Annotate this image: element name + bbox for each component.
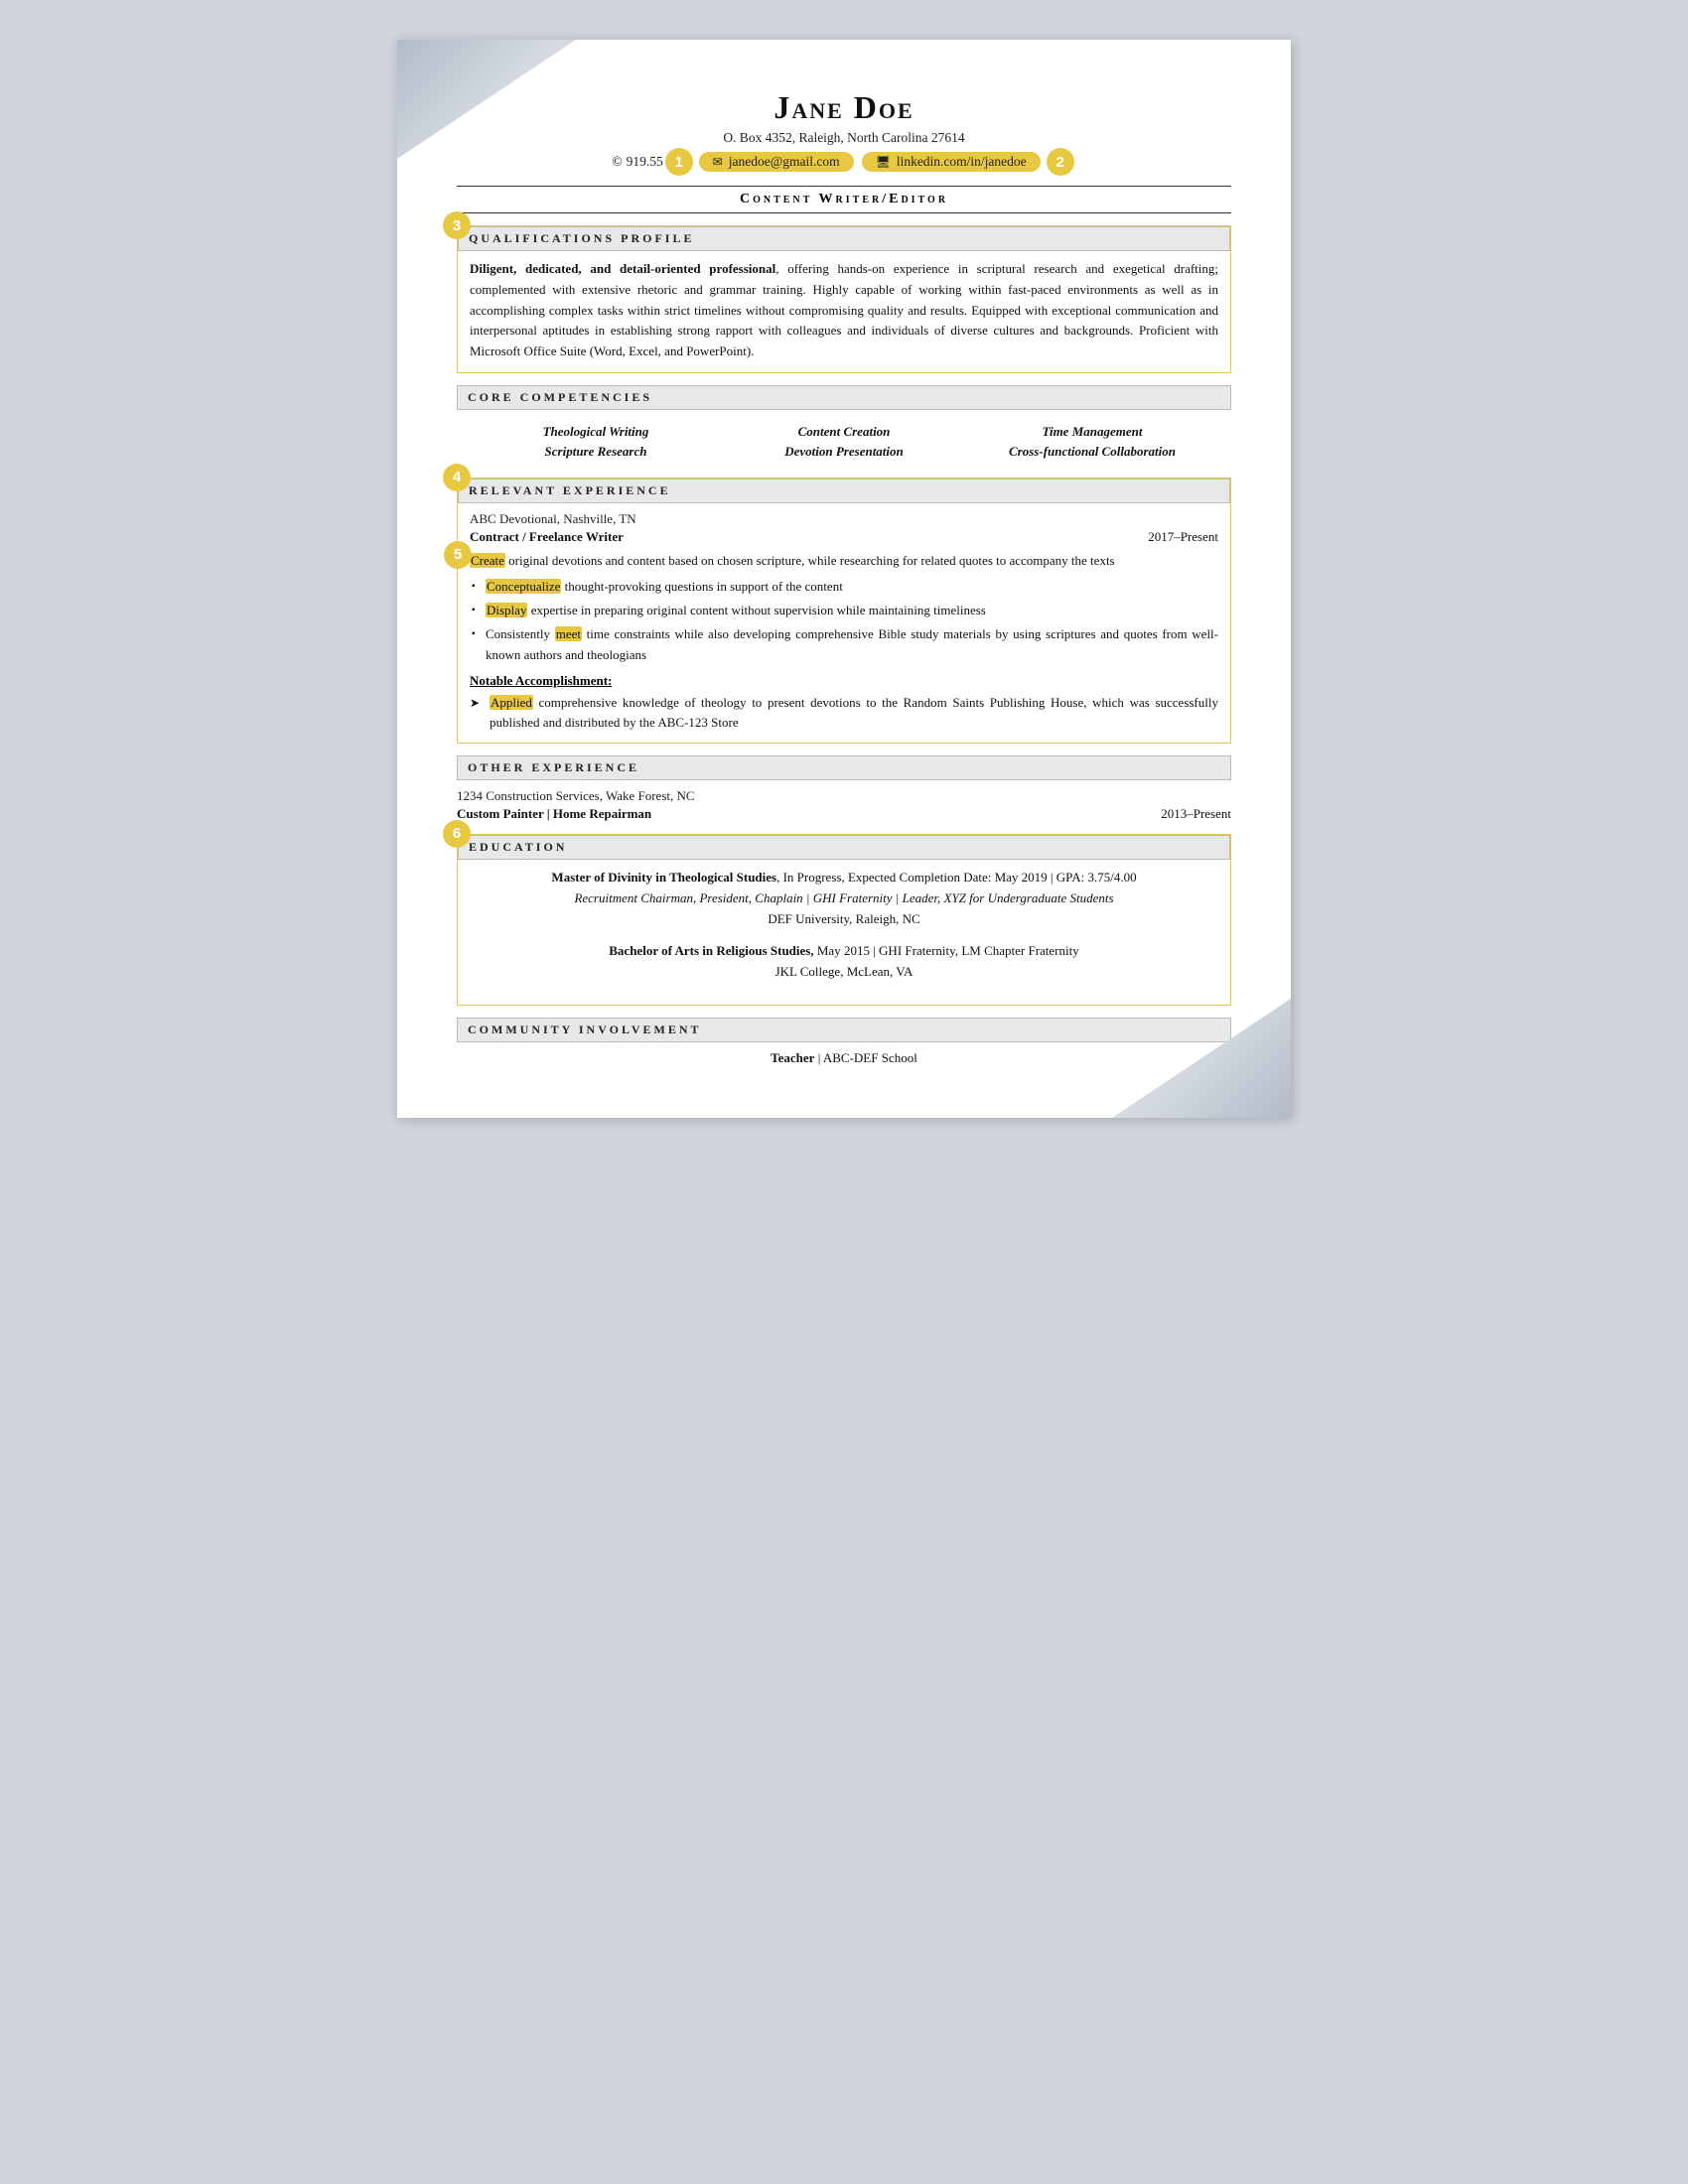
badge-3: 3 — [443, 211, 471, 239]
exp-bullet-1: Conceptualize thought-provoking question… — [470, 577, 1218, 597]
email-highlight: ✉ janedoe@gmail.com — [699, 152, 854, 172]
exp-title-row: Contract / Freelance Writer 2017–Present — [470, 529, 1218, 545]
qualifications-header: Qualifications Profile — [458, 226, 1230, 251]
other-exp-title-row: Custom Painter | Home Repairman 2013–Pre… — [457, 806, 1231, 822]
header: Jane Doe O. Box 4352, Raleigh, North Car… — [457, 89, 1231, 176]
email: janedoe@gmail.com — [729, 154, 840, 170]
edu-degree-2: Bachelor of Arts in Religious Studies, M… — [470, 941, 1218, 962]
comp-2: Content Creation — [725, 424, 963, 440]
address: O. Box 4352, Raleigh, North Carolina 276… — [457, 130, 1231, 146]
other-exp-title: Custom Painter | Home Repairman — [457, 806, 651, 822]
edu-degree-2-bold: Bachelor of Arts in Religious Studies, — [609, 943, 813, 958]
relevant-exp-header: Relevant Experience — [458, 478, 1230, 503]
edu-degree-1-rest: , In Progress, Expected Completion Date:… — [776, 870, 1136, 885]
highlight-display: Display — [486, 603, 527, 617]
community-section: Community Involvement Teacher | ABC-DEF … — [457, 1018, 1231, 1066]
relevant-exp-outlined: Relevant Experience 5 ABC Devotional, Na… — [457, 478, 1231, 744]
competencies-grid: Theological Writing Content Creation Tim… — [457, 418, 1231, 466]
education-wrapper: 6 Education Master of Divinity in Theolo… — [457, 834, 1231, 1006]
highlight-conceptualize: Conceptualize — [486, 579, 561, 594]
name: Jane Doe — [457, 89, 1231, 126]
badge-2: 2 — [1047, 148, 1074, 176]
badge-6: 6 — [443, 820, 471, 848]
job-title: Content Writer/Editor — [457, 186, 1231, 213]
email-icon: ✉ — [713, 155, 723, 170]
edu-line3-1: DEF University, Raleigh, NC — [470, 909, 1218, 930]
edu-line2-2: JKL College, McLean, VA — [470, 962, 1218, 983]
competencies-section: Core Competencies Theological Writing Co… — [457, 385, 1231, 466]
notable-bullet-1: Applied comprehensive knowledge of theol… — [470, 693, 1218, 733]
comp-5: Devotion Presentation — [725, 444, 963, 460]
notable-bullets-list: Applied comprehensive knowledge of theol… — [470, 693, 1218, 733]
other-exp-company: 1234 Construction Services, Wake Forest,… — [457, 788, 1231, 804]
other-exp-header: Other Experience — [457, 755, 1231, 780]
phone-section: © 919.55 — [612, 154, 662, 170]
exp-date: 2017–Present — [1148, 529, 1218, 545]
badge2-wrapper: 2 — [1045, 148, 1076, 176]
exp-bullet-2: Display expertise in preparing original … — [470, 601, 1218, 620]
phone-icon: © — [612, 154, 622, 170]
comp-4: Scripture Research — [477, 444, 715, 460]
comp-1: Theological Writing — [477, 424, 715, 440]
community-header: Community Involvement — [457, 1018, 1231, 1042]
community-role: Teacher — [771, 1050, 814, 1065]
community-row: Teacher | ABC-DEF School — [457, 1050, 1231, 1066]
badge-1: 1 — [665, 148, 693, 176]
qualifications-outlined: Qualifications Profile Diligent, dedicat… — [457, 225, 1231, 373]
linkedin: linkedin.com/in/janedoe — [897, 154, 1027, 170]
education-header: Education — [458, 835, 1230, 860]
contact-row: © 919.55 1 ✉ janedoe@gmail.com 🖥 linkedi… — [457, 148, 1231, 176]
linkedin-highlight: 🖥 linkedin.com/in/janedoe — [862, 152, 1041, 172]
comp-6: Cross-functional Collaboration — [973, 444, 1211, 460]
exp-bullet-3: Consistently meet time constraints while… — [470, 624, 1218, 664]
linkedin-icon: 🖥 — [876, 155, 891, 170]
highlight-create: Create — [470, 553, 505, 568]
exp-title: Contract / Freelance Writer — [470, 529, 624, 545]
highlight-applied: Applied — [490, 695, 533, 710]
edu-degree-1-bold: Master of Divinity in Theological Studie… — [551, 870, 776, 885]
qualifications-section: 3 Qualifications Profile Diligent, dedic… — [457, 225, 1231, 373]
badge-5: 5 — [444, 541, 472, 569]
phone-number: 919.55 — [627, 154, 663, 170]
edu-entry-1: Master of Divinity in Theological Studie… — [470, 868, 1218, 929]
badge1-wrapper: 1 — [663, 148, 695, 176]
edu-line2-1: Recruitment Chairman, President, Chaplai… — [470, 888, 1218, 909]
other-exp-section: Other Experience 1234 Construction Servi… — [457, 755, 1231, 822]
other-exp-date: 2013–Present — [1161, 806, 1231, 822]
edu-degree-1: Master of Divinity in Theological Studie… — [470, 868, 1218, 888]
resume-page: Jane Doe O. Box 4352, Raleigh, North Car… — [397, 40, 1291, 1118]
exp-company: ABC Devotional, Nashville, TN — [470, 511, 1218, 527]
highlight-meet: meet — [555, 626, 582, 641]
edu-degree-2-rest: May 2015 | GHI Fraternity, LM Chapter Fr… — [814, 943, 1079, 958]
notable-title: Notable Accomplishment: — [470, 673, 1218, 689]
edu-entry-2: Bachelor of Arts in Religious Studies, M… — [470, 941, 1218, 983]
qualifications-text: Diligent, dedicated, and detail-oriented… — [470, 259, 1218, 362]
badge-4: 4 — [443, 464, 471, 491]
exp-main-bullet: Create original devotions and content ba… — [470, 551, 1218, 571]
qual-bold: Diligent, dedicated, and detail-oriented… — [470, 261, 775, 276]
relevant-exp-content: 5 ABC Devotional, Nashville, TN Contract… — [470, 511, 1218, 733]
community-org: | ABC-DEF School — [814, 1050, 916, 1065]
exp-bullets-list: Conceptualize thought-provoking question… — [470, 577, 1218, 665]
comp-3: Time Management — [973, 424, 1211, 440]
relevant-exp-wrapper: 4 Relevant Experience 5 ABC Devotional, … — [457, 478, 1231, 744]
competencies-header: Core Competencies — [457, 385, 1231, 410]
exp-main-rest: original devotions and content based on … — [505, 553, 1115, 568]
education-outlined: Education Master of Divinity in Theologi… — [457, 834, 1231, 1006]
notable-section: Notable Accomplishment: Applied comprehe… — [470, 673, 1218, 733]
